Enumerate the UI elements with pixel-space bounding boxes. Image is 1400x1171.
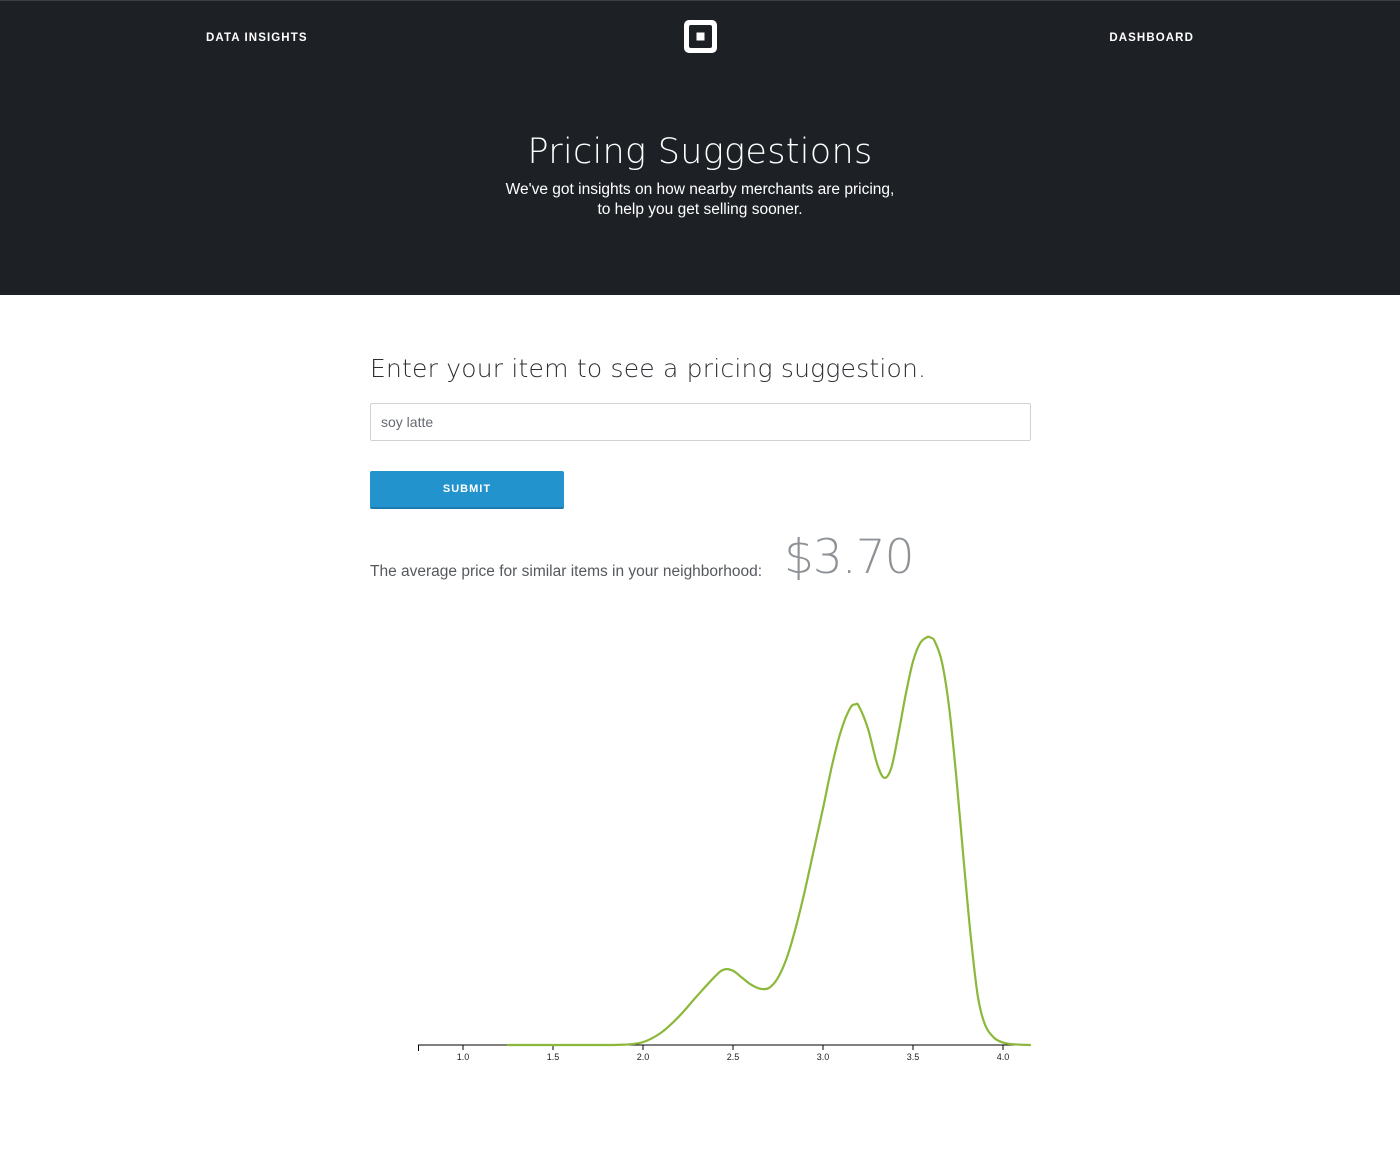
x-axis-tick-label: 4.0: [997, 1052, 1010, 1062]
page-title: Pricing Suggestions: [527, 132, 873, 172]
x-axis-tick-label: 2.5: [727, 1052, 740, 1062]
average-price-value: $3.70: [784, 530, 915, 585]
x-axis-tick-label: 3.5: [907, 1052, 920, 1062]
x-axis-tick-label: 1.0: [457, 1052, 470, 1062]
x-axis-tick-label: 1.5: [547, 1052, 560, 1062]
x-axis-tick-label: 3.0: [817, 1052, 830, 1062]
page-subtitle-line-2: to help you get selling sooner.: [597, 201, 803, 218]
density-series: [506, 635, 1032, 1047]
item-prompt-heading: Enter your item to see a pricing suggest…: [370, 354, 927, 383]
density-line: [506, 635, 1032, 1047]
square-logo-icon[interactable]: [684, 20, 717, 53]
average-price-label: The average price for similar items in y…: [370, 563, 762, 580]
page-subtitle-line-1: We've got insights on how nearby merchan…: [505, 181, 895, 198]
item-search-input[interactable]: [370, 403, 1031, 441]
nav-data-insights-link[interactable]: DATA INSIGHTS: [206, 31, 308, 45]
x-axis-tick-label: 2.0: [637, 1052, 650, 1062]
x-axis: 1.0 1.5 2.0 2.5 3.0 3.5 4.0: [418, 1044, 1031, 1062]
nav-dashboard-link[interactable]: DASHBOARD: [1109, 31, 1194, 45]
page-subtitle: We've got insights on how nearby merchan…: [0, 180, 1400, 220]
hero-banner: DATA INSIGHTS DASHBOARD Pricing Suggesti…: [0, 0, 1400, 295]
submit-button[interactable]: SUBMIT: [370, 471, 564, 509]
